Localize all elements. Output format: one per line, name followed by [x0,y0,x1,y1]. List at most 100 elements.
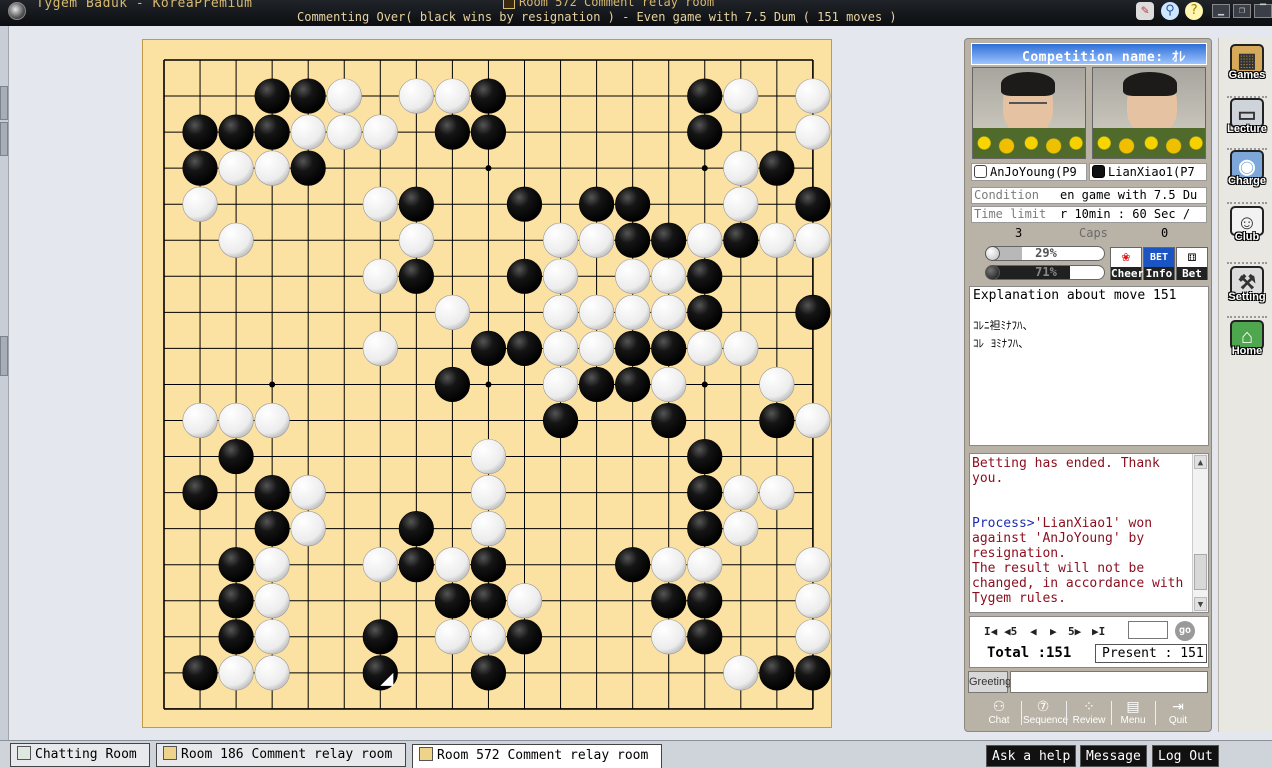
side-games-button[interactable]: ▦ Games [1223,44,1271,92]
quit-button[interactable]: ⇥ Quit [1158,697,1198,729]
app-title: Tygem Baduk - KoreaPremium [36,0,253,11]
goto-move-input[interactable] [1128,621,1168,639]
move-navigation: I◀ ◀5 ◀ ▶ 5▶ ▶I go Total :151 Present : … [969,616,1209,668]
bet-button[interactable]: ⚅ Bet [1176,247,1208,280]
white-player-label: AnJoYoung(P9 [990,165,1077,179]
tab-chatting-room[interactable]: Chatting Room [10,743,150,767]
side-home-button[interactable]: ⌂ Home [1223,320,1271,368]
black-stone [470,114,507,150]
go-board[interactable] [143,40,833,729]
cheer-button[interactable]: ❀ Cheer [1110,247,1144,280]
games-label: Games [1228,69,1266,81]
white-stone [723,186,759,222]
chat-button[interactable]: ⚇ Chat [979,697,1019,729]
white-stone [290,114,326,150]
message-button[interactable]: Message [1080,745,1147,767]
back-5-button[interactable]: ◀5 [1004,625,1017,638]
strip-tab[interactable] [0,336,8,376]
black-player-photo [1092,67,1206,159]
white-stone [362,547,398,583]
ask-help-button[interactable]: Ask a help [986,745,1077,767]
star-point [485,165,492,172]
lightbulb-icon[interactable]: ? [1185,2,1203,20]
white-stone [542,222,579,258]
black-stone [254,78,290,114]
dice-icon: ⚅ [1187,249,1197,265]
white-stone [723,78,759,114]
last-move-button[interactable]: ▶I [1092,625,1105,638]
bet-badge-icon: BET [1144,248,1174,267]
side-setting-button[interactable]: ⚒ Setting [1223,266,1271,314]
white-stone [434,619,471,655]
black-stone [579,366,615,403]
tab-room-186[interactable]: Room 186 Comment relay room [156,743,406,767]
white-stone [182,402,218,439]
black-player-name[interactable]: LianXiao1(P7 [1089,163,1207,181]
strip-tab[interactable] [0,122,8,156]
white-stone-icon [985,246,1000,261]
go-button[interactable]: go [1175,621,1195,641]
scroll-up-icon[interactable]: ▲ [1194,455,1207,469]
captures-label: Caps [1079,226,1108,240]
white-stone [723,655,759,691]
back-button[interactable]: ◀ [1030,625,1037,638]
black-stone [434,583,471,619]
tab-room-572[interactable]: Room 572 Comment relay room [412,744,662,768]
minimize-button[interactable]: ▁ [1212,4,1230,18]
black-stone [795,294,831,330]
white-stone [362,330,398,367]
black-stone [506,186,543,222]
review-button[interactable]: ⁘ Review [1069,697,1109,729]
chat-scrollbar[interactable]: ▲ ▼ [1192,454,1208,612]
black-stone [759,402,795,439]
pen-icon[interactable]: ✎ [1136,2,1154,20]
quit-label: Quit [1168,715,1188,726]
star-point [701,165,708,172]
logout-button[interactable]: Log Out [1152,745,1219,767]
result-message: The result will not be changed, in accor… [972,561,1184,606]
black-stone [542,402,579,439]
greeting-button[interactable]: Greeting [968,671,1011,693]
side-charge-button[interactable]: ◉ Charge [1223,150,1271,198]
white-stone [542,330,579,367]
white-stone [795,619,831,655]
black-stone [398,258,434,294]
tab-label: Room 186 Comment relay room [181,747,393,762]
white-stone [723,511,759,547]
white-stone [795,547,831,583]
menu-button[interactable]: ▤ Menu [1113,697,1153,729]
restore-button[interactable]: ❐ [1233,4,1251,18]
strip-tab[interactable] [0,86,8,120]
forward-button[interactable]: ▶ [1050,625,1057,638]
black-stone [182,475,218,511]
board-icon [163,746,177,760]
search-icon[interactable]: ⚲ [1161,2,1179,20]
white-player-name[interactable]: AnJoYoung(P9 [971,163,1087,181]
white-stone [290,475,326,511]
greeting-input[interactable] [1010,671,1208,693]
white-player-photo [972,67,1086,159]
home-label: Home [1231,345,1263,357]
side-lecture-button[interactable]: ▭ Lecture [1223,98,1271,146]
first-move-button[interactable]: I◀ [984,625,997,638]
explanation-title: Explanation about move 151 [973,288,1177,303]
bet-info-button[interactable]: BET Info [1143,247,1175,280]
black-stone [434,114,471,150]
white-bet-bar: 29% [987,246,1105,261]
black-stone [218,438,254,475]
black-stone [795,655,831,691]
black-stone [506,619,543,655]
scroll-thumb[interactable] [1194,554,1207,590]
club-label: Club [1234,231,1260,243]
chat-log[interactable]: Betting has ended. Thank you. Process>'L… [969,453,1209,613]
black-stone [723,222,759,258]
scroll-down-icon[interactable]: ▼ [1194,597,1207,611]
sequence-button[interactable]: ⑦ Sequence [1023,697,1068,729]
white-stone-icon [974,165,987,178]
forward-5-button[interactable]: 5▶ [1068,625,1081,638]
close-button[interactable]: ▔ [1254,4,1272,18]
side-club-button[interactable]: ☺ Club [1223,206,1271,254]
black-stone [687,114,723,150]
white-stone [362,186,398,222]
rose-icon: ❀ [1121,249,1131,265]
